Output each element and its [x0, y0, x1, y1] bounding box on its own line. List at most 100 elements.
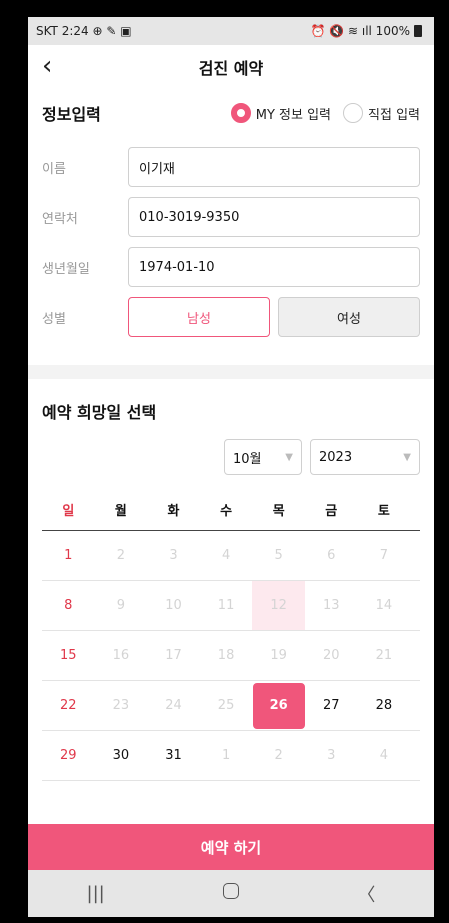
calendar-day: 4 [221, 548, 231, 563]
gender-toggle: 남성 여성 [128, 297, 420, 337]
calendar-day[interactable]: 31 [147, 731, 200, 780]
radio-off-icon [343, 103, 364, 123]
weekday-fri: 금 [325, 504, 338, 519]
calendar-day[interactable]: 8 [42, 581, 95, 630]
calendar-day: 2 [116, 548, 126, 563]
calendar-day-today: 12 [252, 581, 305, 630]
home-button[interactable] [201, 883, 261, 904]
weekday-sun: 일 [62, 504, 75, 519]
calendar: 일 월 화 수 목 금 토 1 2 3 4 5 6 7 8 9 10 11 12… [42, 489, 420, 781]
calendar-day: 10 [165, 598, 182, 613]
phone-field[interactable]: 010-3019-9350 [128, 197, 420, 237]
info-title: 정보입력 [42, 105, 101, 124]
calendar-day-selected-wrap: 26 [252, 681, 305, 730]
calendar-day: 1 [221, 748, 231, 763]
system-nav-bar: ||| 〈 [28, 870, 434, 917]
page-title: 검진 예약 [198, 59, 264, 78]
calendar-week: 8 9 10 11 12 13 14 [42, 581, 420, 631]
radio-direct-input[interactable]: 직접 입력 [343, 103, 420, 123]
weekday-sat: 토 [377, 504, 390, 519]
radio-my-info[interactable]: MY 정보 입력 [230, 103, 332, 123]
home-icon [222, 883, 239, 899]
info-header: 정보입력 MY 정보 입력 직접 입력 [42, 101, 420, 125]
info-radio-group: MY 정보 입력 직접 입력 [230, 103, 420, 123]
calendar-day: 7 [379, 548, 388, 563]
chevron-down-icon: ▼ [403, 451, 411, 463]
status-bar: SKT 2:24 ⊕ ✎ ▣ ⏰ 🔇 ≋ ıll 100% [28, 17, 434, 45]
phone-label: 연락처 [42, 211, 78, 227]
info-section: 정보입력 MY 정보 입력 직접 입력 이름 이기재 연락처 010-3019-… [28, 101, 434, 337]
phone-row: 연락처 010-3019-9350 [42, 197, 420, 237]
calendar-day: 6 [327, 548, 336, 563]
calendar-day: 11 [217, 598, 235, 613]
back-arrow-icon[interactable]: ‹ [42, 51, 52, 81]
weekday-tue: 화 [167, 504, 180, 519]
section-divider [28, 365, 434, 379]
calendar-day: 3 [169, 548, 178, 563]
calendar-day: 14 [375, 598, 393, 613]
calendar-day: 2 [274, 748, 283, 763]
gender-label: 성별 [42, 311, 66, 327]
radio-on-icon [230, 103, 251, 123]
recent-apps-icon[interactable]: ||| [66, 883, 126, 904]
weekday-wed: 수 [220, 504, 233, 519]
calendar-day: 17 [165, 648, 182, 663]
calendar-day[interactable]: 1 [42, 531, 95, 580]
calendar-day-selected[interactable]: 26 [252, 682, 305, 729]
reserve-button[interactable]: 예약 하기 [28, 824, 434, 870]
birth-label: 생년월일 [42, 261, 90, 277]
month-select[interactable]: 10월 ▼ [224, 439, 302, 475]
calendar-day[interactable]: 28 [358, 681, 411, 730]
calendar-day[interactable]: 30 [95, 731, 148, 780]
calendar-day: 20 [322, 648, 340, 663]
top-nav: ‹ 검진 예약 [28, 45, 434, 89]
phone-screen: SKT 2:24 ⊕ ✎ ▣ ⏰ 🔇 ≋ ıll 100% ‹ 검진 예약 정보… [28, 17, 434, 917]
name-field[interactable]: 이기재 [128, 147, 420, 187]
calendar-week: 29 30 31 1 2 3 4 [42, 731, 420, 781]
gender-male-button[interactable]: 남성 [128, 297, 270, 337]
date-selects: 10월 ▼ 2023 ▼ [42, 439, 420, 475]
calendar-day: 16 [112, 648, 130, 663]
calendar-day: 9 [116, 598, 126, 613]
weekday-mon: 월 [114, 504, 127, 519]
calendar-day: 25 [217, 698, 235, 713]
calendar-weekdays: 일 월 화 수 목 금 토 [42, 489, 420, 531]
calendar-day[interactable]: 22 [42, 681, 95, 730]
system-back-icon[interactable]: 〈 [336, 881, 396, 907]
status-icons: ⏰ 🔇 ≋ ıll 100% [310, 24, 410, 38]
calendar-day: 21 [375, 648, 393, 663]
year-select[interactable]: 2023 ▼ [310, 439, 420, 475]
reservation-title: 예약 희망일 선택 [42, 403, 157, 422]
calendar-day: 5 [274, 548, 283, 563]
battery-icon [414, 25, 422, 37]
calendar-week: 1 2 3 4 5 6 7 [42, 531, 420, 581]
year-value: 2023 [319, 449, 353, 465]
radio-my-label: MY 정보 입력 [255, 107, 332, 123]
status-right: ⏰ 🔇 ≋ ıll 100% [310, 24, 422, 38]
chevron-down-icon: ▼ [285, 451, 293, 463]
calendar-day: 18 [217, 648, 235, 663]
calendar-day[interactable]: 27 [305, 681, 358, 730]
calendar-day: 24 [165, 698, 182, 713]
info-form: 이름 이기재 연락처 010-3019-9350 생년월일 1974-01-10… [42, 147, 420, 337]
calendar-day: 19 [270, 648, 287, 663]
reservation-section: 예약 희망일 선택 10월 ▼ 2023 ▼ 일 월 화 수 목 금 토 1 2… [28, 399, 434, 781]
calendar-week: 22 23 24 25 26 27 28 [42, 681, 420, 731]
status-left: SKT 2:24 ⊕ ✎ ▣ [36, 24, 132, 38]
calendar-day: 3 [327, 748, 336, 763]
birth-field[interactable]: 1974-01-10 [128, 247, 420, 287]
calendar-day: 4 [379, 748, 388, 763]
calendar-day[interactable]: 29 [42, 731, 95, 780]
birth-row: 생년월일 1974-01-10 [42, 247, 420, 287]
weekday-thu: 목 [272, 504, 285, 519]
calendar-day[interactable]: 15 [42, 631, 95, 680]
month-value: 10월 [233, 451, 262, 467]
gender-female-button[interactable]: 여성 [278, 297, 420, 337]
calendar-week: 15 16 17 18 19 20 21 [42, 631, 420, 681]
name-label: 이름 [42, 161, 66, 177]
calendar-day: 13 [322, 598, 340, 613]
calendar-day: 23 [112, 698, 130, 713]
name-row: 이름 이기재 [42, 147, 420, 187]
radio-direct-label: 직접 입력 [368, 107, 420, 123]
gender-row: 성별 남성 여성 [42, 297, 420, 337]
